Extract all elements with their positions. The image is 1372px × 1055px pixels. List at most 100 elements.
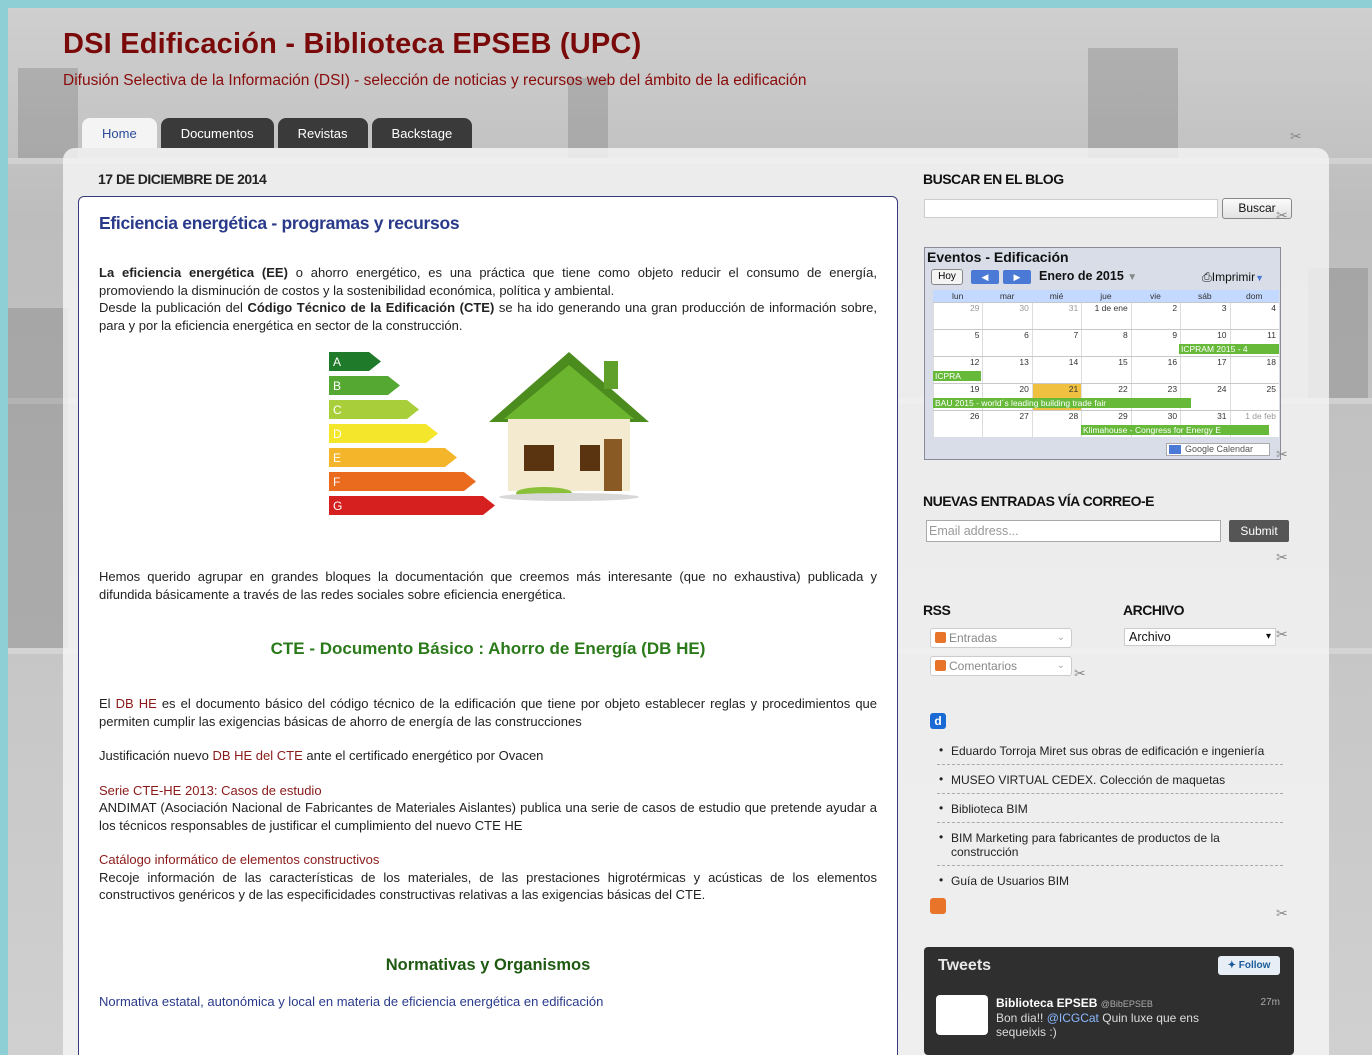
calendar-day[interactable]: 7 — [1031, 330, 1081, 356]
tweet-time[interactable]: 27m — [1261, 997, 1280, 1008]
calendar-day[interactable]: 29 — [933, 303, 982, 329]
search-input[interactable] — [924, 199, 1218, 218]
tab-home[interactable]: Home — [82, 118, 157, 148]
edit-gadget-icon[interactable]: ✂ — [1276, 905, 1288, 922]
calendar-day[interactable]: 26 — [933, 411, 982, 437]
tab-documentos[interactable]: Documentos — [160, 118, 274, 148]
energy-label-e: E — [333, 451, 341, 465]
post-title[interactable]: Eficiencia energética - programas y recu… — [99, 213, 877, 234]
justificacion-pre: Justificación nuevo — [99, 748, 213, 763]
calendar-event[interactable]: ICPRA — [933, 371, 981, 381]
search-title: BUSCAR EN EL BLOG — [923, 171, 1064, 187]
calendar-day[interactable]: 1 de ene — [1081, 303, 1130, 329]
calendar-month[interactable]: Enero de 2015 ▼ — [1039, 269, 1137, 283]
list-item[interactable]: MUSEO VIRTUAL CEDEX. Colección de maquet… — [937, 770, 1283, 794]
tweet-text-pre: Bon dia!! — [996, 1011, 1047, 1025]
calendar-day[interactable]: 3 — [1180, 303, 1229, 329]
link-db-he[interactable]: DB HE — [116, 696, 157, 711]
list-item[interactable]: Eduardo Torroja Miret sus obras de edifi… — [937, 741, 1283, 765]
weekday: sáb — [1197, 291, 1212, 301]
chevron-down-icon: ⌄ — [1056, 660, 1065, 671]
calendar-print-button[interactable]: ⎙Imprimir▼ — [1202, 270, 1264, 285]
energy-bar-e — [329, 448, 457, 467]
rss-icon — [935, 632, 946, 643]
chevron-down-icon: ▼ — [1255, 273, 1264, 283]
calendar-title: Eventos - Edificación — [927, 249, 1069, 265]
calendar-today-button[interactable]: Hoy — [931, 269, 963, 285]
calendar-day[interactable]: 28 — [1031, 411, 1081, 437]
section-heading-db-he: CTE - Documento Básico : Ahorro de Energ… — [270, 639, 706, 658]
google-calendar-label: Google Calendar — [1185, 444, 1254, 454]
edit-gadget-icon[interactable]: ✂ — [1290, 128, 1302, 145]
energy-label-b: B — [333, 379, 341, 393]
calendar-day[interactable]: 13 — [982, 357, 1031, 383]
rss-entries-select[interactable]: Entradas ⌄ — [930, 628, 1072, 648]
weekday: dom — [1245, 291, 1263, 301]
rss-comments-select[interactable]: Comentarios ⌄ — [930, 656, 1072, 676]
blog-title[interactable]: DSI Edificación - Biblioteca EPSEB (UPC) — [63, 28, 641, 61]
tweet-handle: @BibEPSEB — [1100, 999, 1153, 1009]
twitter-bird-icon: ✦ — [1227, 960, 1239, 971]
list-item[interactable]: Biblioteca BIM — [937, 799, 1283, 823]
avatar[interactable] — [936, 995, 988, 1035]
calendar-day[interactable]: 27 — [982, 411, 1031, 437]
calendar-event[interactable]: Klimahouse - Congress for Energy E — [1081, 425, 1269, 435]
energy-label-a: A — [333, 355, 341, 369]
calendar-day[interactable]: 4 — [1229, 303, 1279, 329]
calendar-day[interactable]: 6 — [982, 330, 1031, 356]
energy-bar-f — [329, 472, 476, 491]
tweet-author[interactable]: Biblioteca EPSEB @BibEPSEB — [996, 996, 1153, 1010]
tab-backstage[interactable]: Backstage — [371, 118, 473, 148]
rss-comments-label: Comentarios — [949, 659, 1018, 673]
edit-gadget-icon[interactable]: ✂ — [1276, 446, 1288, 463]
paragraph-andimat: ANDIMAT (Asociación Nacional de Fabrican… — [99, 800, 877, 833]
tweet-mention[interactable]: @ICGCat — [1047, 1011, 1099, 1025]
tab-revistas[interactable]: Revistas — [277, 118, 368, 148]
calendar-day[interactable]: 16 — [1130, 357, 1180, 383]
rss-entries-label: Entradas — [949, 631, 998, 645]
edit-gadget-icon[interactable]: ✂ — [1276, 207, 1288, 224]
rss-feed-icon[interactable] — [930, 898, 946, 914]
link-catalogo[interactable]: Catálogo informático de elementos constr… — [99, 851, 877, 869]
paragraph-db-he: El DB HE es el documento básico del códi… — [99, 695, 877, 730]
calendar-day[interactable]: 17 — [1180, 357, 1229, 383]
submit-button[interactable]: Submit — [1229, 520, 1289, 542]
email-field[interactable]: Email address... — [926, 520, 1221, 542]
chevron-down-icon: ▾ — [1265, 631, 1271, 642]
edit-gadget-icon[interactable]: ✂ — [1074, 665, 1086, 682]
list-item[interactable]: Guía de Usuarios BIM — [937, 871, 1283, 894]
weekday: mié — [1049, 291, 1064, 301]
list-item[interactable]: BIM Marketing para fabricantes de produc… — [937, 828, 1283, 866]
calendar-month-label: Enero de 2015 — [1039, 269, 1124, 283]
follow-button[interactable]: ✦ Follow — [1218, 956, 1280, 975]
calendar-day[interactable]: 31 — [1031, 303, 1081, 329]
calendar-week: 12 13 14 15 16 17 18 ICPRA — [933, 356, 1279, 383]
calendar-day[interactable]: 9 — [1130, 330, 1180, 356]
calendar-day[interactable]: 18 — [1229, 357, 1279, 383]
link-db-he-cte[interactable]: DB HE del CTE — [212, 748, 302, 763]
edit-gadget-icon[interactable]: ✂ — [1276, 626, 1288, 643]
delicious-icon[interactable]: d — [930, 713, 946, 729]
calendar-day[interactable]: 25 — [1229, 384, 1279, 410]
calendar-day[interactable]: 15 — [1081, 357, 1130, 383]
db-he-pre: El — [99, 696, 116, 711]
calendar-day[interactable]: 8 — [1081, 330, 1130, 356]
section-heading-normativas: Normativas y Organismos — [385, 955, 591, 974]
link-serie-cte-he[interactable]: Serie CTE-HE 2013: Casos de estudio — [99, 782, 877, 800]
calendar-next-icon[interactable]: ▶ — [1003, 270, 1031, 284]
calendar-event[interactable]: BAU 2015 - world´s leading building trad… — [933, 398, 1191, 408]
calendar-event[interactable]: ICPRAM 2015 - 4 — [1179, 344, 1279, 354]
calendar-week: 29 30 31 1 de ene 2 3 4 — [933, 302, 1279, 329]
energy-bar-c — [329, 400, 419, 419]
calendar-day[interactable]: 2 — [1130, 303, 1180, 329]
edit-gadget-icon[interactable]: ✂ — [1276, 549, 1288, 566]
weekday: mar — [999, 291, 1015, 301]
link-normativa[interactable]: Normativa estatal, autonómica y local en… — [99, 993, 877, 1011]
paragraph-grouping: Hemos querido agrupar en grandes bloques… — [99, 569, 877, 602]
calendar-day[interactable]: 14 — [1031, 357, 1081, 383]
calendar-day[interactable]: 5 — [933, 330, 982, 356]
archive-select[interactable]: Archivo ▾ — [1124, 628, 1276, 646]
calendar-day[interactable]: 30 — [982, 303, 1031, 329]
calendar-prev-icon[interactable]: ◀ — [971, 270, 999, 284]
google-calendar-badge[interactable]: Google Calendar — [1166, 443, 1270, 456]
